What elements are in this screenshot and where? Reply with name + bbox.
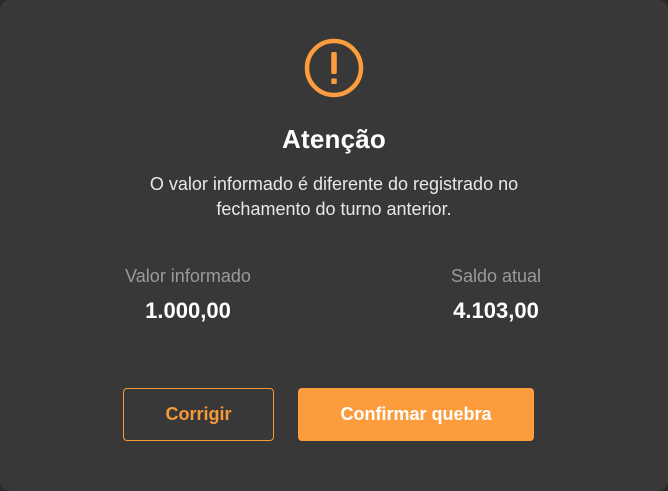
warning-icon	[304, 38, 364, 98]
informed-value-amount: 1.000,00	[145, 298, 231, 323]
dialog-message-line-1: O valor informado é diferente do registr…	[149, 174, 519, 194]
informed-value-label: Valor informado	[125, 266, 251, 286]
attention-dialog: Atenção O valor informado é diferente do…	[0, 0, 668, 491]
correct-button[interactable]: Corrigir	[123, 388, 274, 441]
dialog-message-line-2: fechamento do turno anterior.	[216, 199, 452, 219]
current-balance-label: Saldo atual	[450, 266, 542, 286]
dialog-title: Atenção	[282, 124, 386, 154]
informed-value-block: Valor informado 1.000,00	[78, 264, 298, 324]
confirm-break-button[interactable]: Confirmar quebra	[298, 388, 534, 441]
dialog-message: O valor informado é diferente do registr…	[114, 172, 554, 222]
current-balance-block: Saldo atual 4.103,00	[386, 264, 606, 324]
current-balance-amount: 4.103,00	[453, 298, 539, 323]
